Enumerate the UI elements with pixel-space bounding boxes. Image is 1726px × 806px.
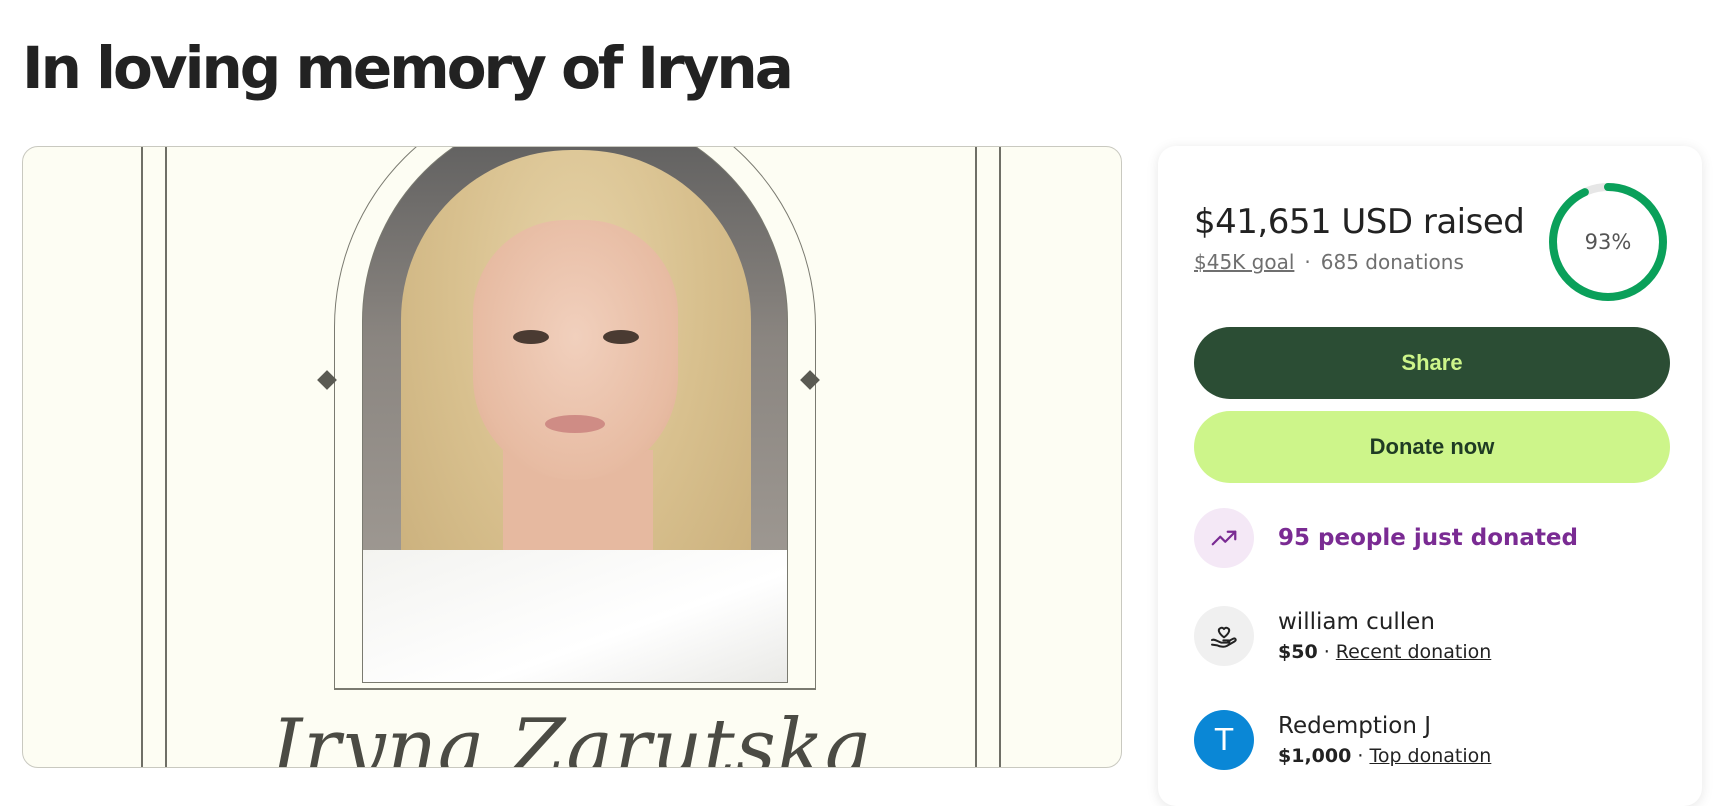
separator-dot: · xyxy=(1317,641,1336,663)
share-button[interactable]: Share xyxy=(1194,327,1670,399)
separator-dot: · xyxy=(1351,745,1370,767)
donor-detail: $50 · Recent donation xyxy=(1278,641,1491,663)
portrait-eye xyxy=(513,330,549,344)
donor-item: william cullen $50 · Recent donation xyxy=(1194,606,1491,666)
donor-amount: $1,000 xyxy=(1278,745,1352,767)
trend-text: 95 people just donated xyxy=(1278,525,1578,551)
donation-count: 685 donations xyxy=(1320,250,1464,274)
donor-item: T Redemption J $1,000 · Top donation xyxy=(1194,710,1491,770)
amount-raised: $41,651 USD raised xyxy=(1194,202,1525,242)
memorial-name: Iryna Zarutska xyxy=(271,703,873,768)
goal-line: $45K goal · 685 donations xyxy=(1194,250,1464,274)
donor-avatar xyxy=(1194,606,1254,666)
hand-heart-icon xyxy=(1211,626,1237,648)
portrait-eye xyxy=(603,330,639,344)
portrait xyxy=(362,147,788,683)
page-title: In loving memory of Iryna xyxy=(22,34,794,102)
recent-activity-row: 95 people just donated xyxy=(1194,508,1578,568)
donor-name: william cullen xyxy=(1278,609,1435,635)
donate-now-button[interactable]: Donate now xyxy=(1194,411,1670,483)
frame-line xyxy=(975,147,977,767)
portrait-shirt xyxy=(363,550,787,682)
recent-donation-link[interactable]: Recent donation xyxy=(1336,641,1491,663)
donor-detail: $1,000 · Top donation xyxy=(1278,745,1491,767)
trend-icon-circle xyxy=(1194,508,1254,568)
trending-up-icon xyxy=(1211,530,1237,546)
frame-line xyxy=(141,147,143,767)
donor-info: Redemption J $1,000 · Top donation xyxy=(1278,713,1491,767)
donation-card: $41,651 USD raised $45K goal · 685 donatio… xyxy=(1158,146,1702,806)
frame-line xyxy=(999,147,1001,767)
frame-line xyxy=(165,147,167,767)
top-donation-link[interactable]: Top donation xyxy=(1369,745,1491,767)
donor-info: william cullen $50 · Recent donation xyxy=(1278,609,1491,663)
donor-avatar: T xyxy=(1194,710,1254,770)
donor-amount: $50 xyxy=(1278,641,1318,663)
portrait-lips xyxy=(545,415,605,433)
separator-dot: · xyxy=(1304,250,1311,274)
donor-name: Redemption J xyxy=(1278,713,1432,739)
portrait-face xyxy=(473,220,678,480)
goal-link[interactable]: $45K goal xyxy=(1194,250,1294,274)
progress-percent: 93% xyxy=(1584,230,1632,254)
memorial-photo: Iryna Zarutska xyxy=(22,146,1122,768)
